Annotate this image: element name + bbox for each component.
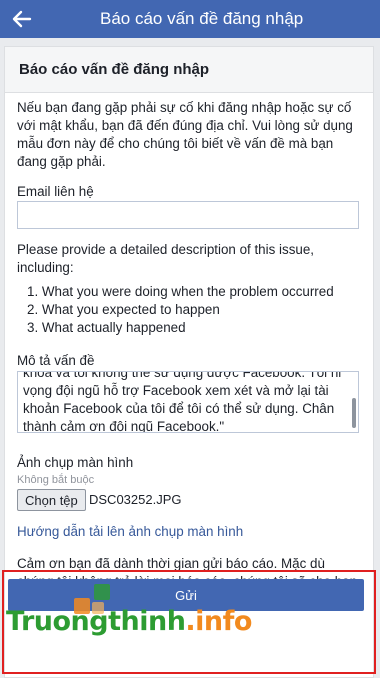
selected-file-name: DSC03252.JPG — [89, 492, 182, 507]
screenshot-guide-link[interactable]: Hướng dẫn tải lên ảnh chụp màn hình — [17, 524, 243, 539]
textarea-value: khóa và tôi không thể sử dụng được Faceb… — [23, 371, 343, 433]
step-item: 2. What you expected to happen — [27, 302, 220, 317]
page-title: Báo cáo vấn đề đăng nhập — [100, 9, 304, 28]
description-prompt: Please provide a detailed description of… — [17, 242, 315, 275]
problem-description-textarea[interactable]: khóa và tôi không thể sử dụng được Faceb… — [17, 371, 359, 433]
textarea-line: khóa và tôi không thể sử dụng được Faceb… — [23, 371, 342, 380]
top-bar: Báo cáo vấn đề đăng nhập — [0, 0, 380, 38]
card-header: Báo cáo vấn đề đăng nhập — [5, 47, 373, 93]
step-item: 3. What actually happened — [27, 320, 186, 335]
arrow-left-icon — [12, 10, 32, 28]
back-button[interactable] — [0, 0, 44, 38]
submit-button[interactable]: Gửi — [8, 579, 364, 611]
card-title: Báo cáo vấn đề đăng nhập — [19, 61, 210, 78]
step-item: 1. What you were doing when the problem … — [27, 284, 334, 299]
optional-note: Không bắt buộc — [17, 474, 95, 486]
textarea-line: khoản Facebook của tôi để tôi có thể sử … — [23, 401, 335, 416]
steps-list: 1. What you were doing when the problem … — [17, 283, 334, 337]
choose-file-button[interactable]: Chọn tệp — [17, 489, 86, 511]
textarea-line: thành cảm ơn đội ngũ Facebook." — [23, 419, 225, 433]
screenshot-label: Ảnh chụp màn hình — [17, 455, 134, 470]
email-field[interactable] — [17, 201, 359, 229]
email-label: Email liên hệ — [17, 184, 94, 199]
textarea-line: vọng đội ngũ hỗ trợ Facebook xem xét và … — [23, 383, 329, 398]
textarea-scrollbar[interactable] — [352, 398, 356, 428]
problem-label: Mô tả vấn đề — [17, 353, 95, 368]
intro-text: Nếu bạn đang gặp phải sự cố khi đăng nhậ… — [17, 100, 353, 169]
